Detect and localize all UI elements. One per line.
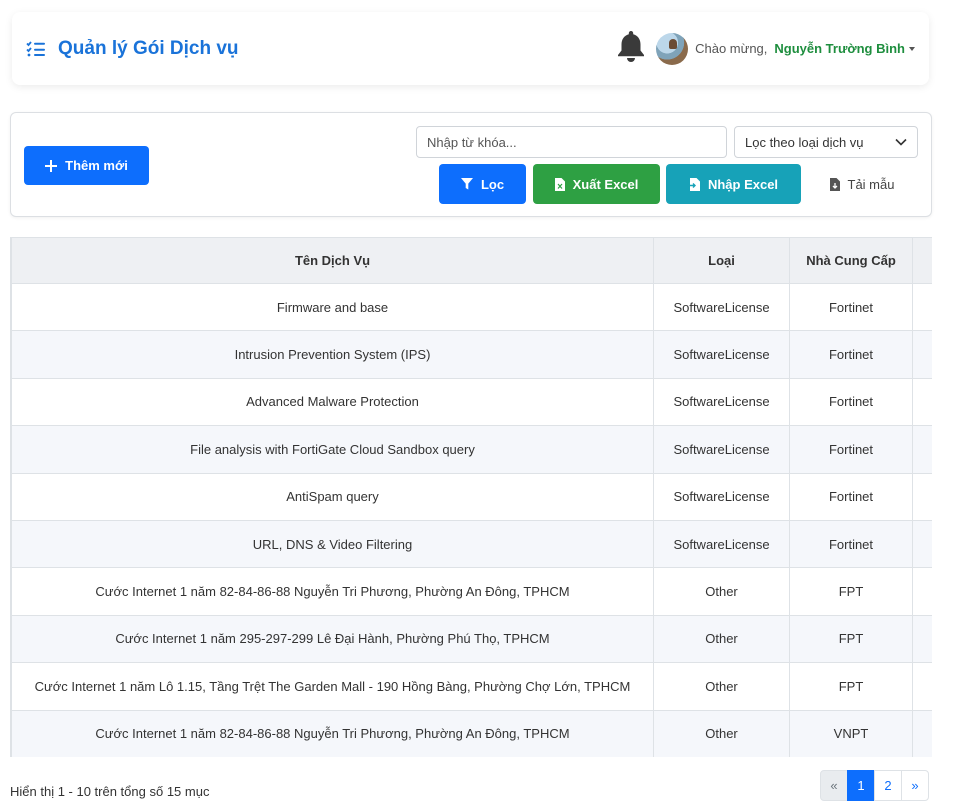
cell-provider: Fortinet [789, 472, 913, 521]
table-header-row: Tên Dịch Vụ Loại Nhà Cung Cấp N [11, 237, 932, 284]
page-next-button[interactable]: » [901, 770, 929, 801]
cell-service-name: Cước Internet 1 năm 82-84-86-88 Nguyễn T… [11, 567, 654, 616]
cell-provider: FPT [789, 662, 913, 711]
col-service-name[interactable]: Tên Dịch Vụ [11, 237, 654, 284]
import-excel-label: Nhập Excel [707, 176, 779, 192]
table-row[interactable]: Cước Internet 1 năm 295-297-299 Lê Đại H… [11, 614, 932, 664]
services-table-container[interactable]: Tên Dịch Vụ Loại Nhà Cung Cấp N Firmware… [10, 237, 932, 757]
cell-provider: Fortinet [789, 282, 913, 332]
cell-extra [912, 519, 932, 569]
excel-file-icon [554, 177, 565, 191]
cell-type: Other [653, 614, 790, 664]
download-template-button[interactable]: Tải mẫu [817, 164, 907, 204]
title-group: Quản lý Gói Dịch vụ [26, 38, 239, 60]
page-prev-button[interactable]: « [820, 770, 848, 801]
download-template-label: Tải mẫu [847, 176, 895, 192]
cell-extra [912, 662, 932, 711]
table-row[interactable]: Advanced Malware Protection SoftwareLicen… [11, 377, 932, 427]
col-extra[interactable]: N [912, 237, 932, 284]
cell-extra [912, 425, 932, 474]
table-row[interactable]: AntiSpam query SoftwareLicense Fortinet [11, 472, 932, 521]
cell-service-name: URL, DNS & Video Filtering [11, 519, 654, 569]
cell-type: SoftwareLicense [653, 472, 790, 521]
cell-service-name: Cước Internet 1 năm 295-297-299 Lê Đại H… [11, 614, 654, 664]
user-menu[interactable]: Nguyễn Trường Bình [774, 41, 915, 56]
file-download-icon [829, 177, 840, 191]
cell-provider: FPT [789, 567, 913, 616]
avatar[interactable] [656, 32, 689, 65]
table-row[interactable]: Firmware and base SoftwareLicense Fortinet [11, 282, 932, 332]
service-type-value: Lọc theo loại dịch vụ [745, 134, 864, 150]
services-table: Tên Dịch Vụ Loại Nhà Cung Cấp N Firmware… [11, 237, 932, 757]
add-new-label: Thêm mới [65, 158, 128, 173]
table-row[interactable]: Intrusion Prevention System (IPS) Softwar… [11, 330, 932, 379]
file-import-icon [688, 177, 700, 191]
cell-extra [912, 472, 932, 521]
export-excel-label: Xuất Excel [572, 176, 639, 192]
plus-icon [45, 159, 58, 172]
cell-provider: FPT [789, 614, 913, 664]
cell-service-name: File analysis with FortiGate Cloud Sandb… [11, 425, 654, 474]
table-row[interactable]: File analysis with FortiGate Cloud Sandb… [11, 425, 932, 474]
filter-button[interactable]: Lọc [439, 164, 526, 204]
pagination-summary: Hiển thị 1 - 10 trên tổng số 15 mục [10, 784, 210, 799]
table-row[interactable]: Cước Internet 1 năm 82-84-86-88 Nguyễn T… [11, 709, 932, 757]
cell-type: SoftwareLicense [653, 330, 790, 379]
cell-extra [912, 377, 932, 427]
table-row[interactable]: Cước Internet 1 năm 82-84-86-88 Nguyễn T… [11, 567, 932, 616]
cell-extra [912, 614, 932, 664]
page-button-2[interactable]: 2 [874, 770, 902, 801]
cell-extra [912, 567, 932, 616]
pagination: « 1 2 » [820, 770, 929, 801]
cell-service-name: AntiSpam query [11, 472, 654, 521]
cell-provider: VNPT [789, 709, 913, 757]
caret-down-icon [909, 46, 915, 51]
cell-type: Other [653, 662, 790, 711]
filter-icon [460, 178, 473, 190]
cell-service-name: Intrusion Prevention System (IPS) [11, 330, 654, 379]
user-name: Nguyễn Trường Bình [774, 41, 905, 56]
cell-type: Other [653, 567, 790, 616]
page-title: Quản lý Gói Dịch vụ [58, 37, 239, 59]
cell-provider: Fortinet [789, 330, 913, 379]
cell-type: SoftwareLicense [653, 282, 790, 332]
cell-extra [912, 330, 932, 379]
cell-provider: Fortinet [789, 377, 913, 427]
cell-provider: Fortinet [789, 519, 913, 569]
cell-extra [912, 282, 932, 332]
col-type[interactable]: Loại [653, 237, 790, 284]
cell-type: SoftwareLicense [653, 519, 790, 569]
cell-type: SoftwareLicense [653, 377, 790, 427]
import-excel-button[interactable]: Nhập Excel [666, 164, 801, 204]
cell-service-name: Cước Internet 1 năm 82-84-86-88 Nguyễn T… [11, 709, 654, 757]
search-input[interactable] [416, 126, 727, 158]
cell-extra [912, 709, 932, 757]
table-row[interactable]: Cước Internet 1 năm Lô 1.15, Tầng Trệt T… [11, 662, 932, 711]
service-type-select[interactable]: Lọc theo loại dịch vụ [734, 126, 918, 158]
cell-type: Other [653, 709, 790, 757]
col-provider[interactable]: Nhà Cung Cấp [789, 237, 913, 284]
user-area: Chào mừng, Nguyễn Trường Bình [616, 29, 915, 68]
cell-service-name: Cước Internet 1 năm Lô 1.15, Tầng Trệt T… [11, 662, 654, 711]
page-header: Quản lý Gói Dịch vụ Chào mừng, Nguyễn Tr… [12, 12, 929, 85]
chevron-down-icon [895, 138, 907, 146]
export-excel-button[interactable]: Xuất Excel [533, 164, 660, 204]
cell-type: SoftwareLicense [653, 425, 790, 474]
page-button-1[interactable]: 1 [847, 770, 875, 801]
bell-icon[interactable] [616, 29, 646, 68]
table-row[interactable]: URL, DNS & Video Filtering SoftwareLicens… [11, 519, 932, 569]
cell-service-name: Firmware and base [11, 282, 654, 332]
toolbar-panel: Thêm mới Lọc theo loại dịch vụ Lọc Xuất … [10, 112, 932, 217]
add-new-button[interactable]: Thêm mới [24, 146, 149, 185]
cell-provider: Fortinet [789, 425, 913, 474]
list-check-icon [26, 40, 46, 57]
filter-label: Lọc [480, 176, 505, 192]
welcome-text: Chào mừng, [695, 41, 768, 56]
cell-service-name: Advanced Malware Protection [11, 377, 654, 427]
